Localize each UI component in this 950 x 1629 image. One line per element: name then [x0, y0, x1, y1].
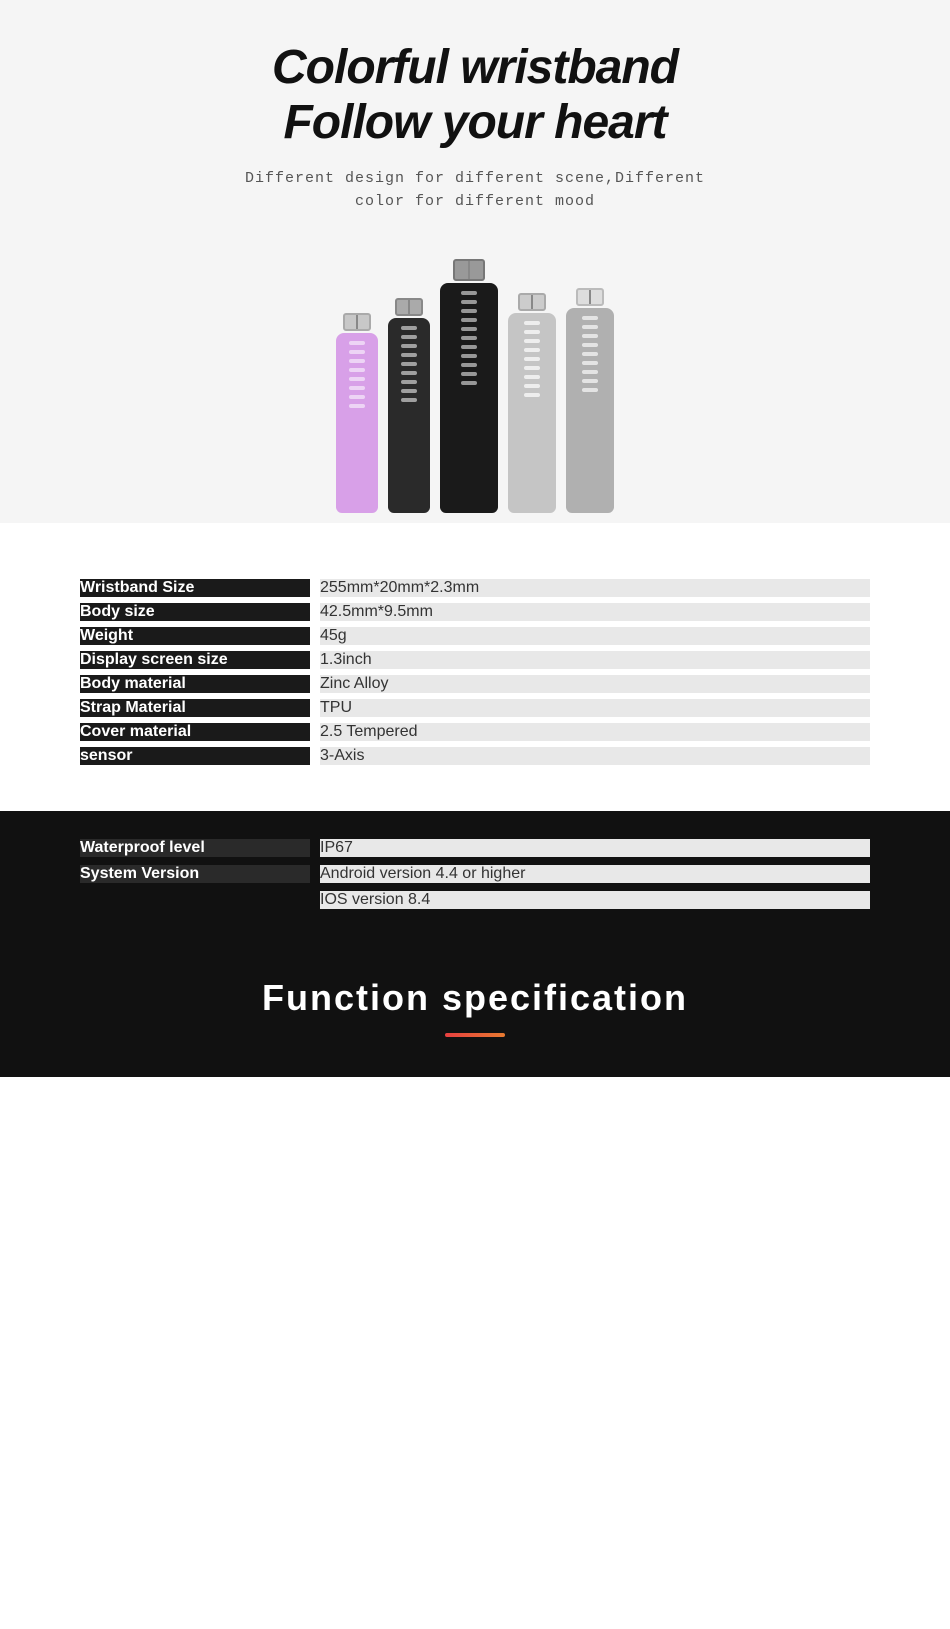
spec-dark-row: IOS version 8.4: [80, 891, 870, 909]
specs-table: Wristband Size 255mm*20mm*2.3mm Body siz…: [80, 573, 870, 771]
spec-dark-label: Waterproof level: [80, 839, 310, 857]
spec-dark-value: IP67: [320, 839, 870, 857]
spec-row: Cover material 2.5 Tempered: [80, 723, 870, 741]
buckle-lavender: [343, 313, 371, 331]
function-section: Function specification: [0, 947, 950, 1077]
spec-spacer: [310, 747, 320, 765]
strap-black-lg: [440, 283, 498, 513]
spec-dark-label: System Version: [80, 865, 310, 883]
spec-dark-spacer: [310, 839, 320, 857]
buckle-gray: [576, 288, 604, 306]
band-black-lg: [440, 259, 498, 513]
buckle-lightgray: [518, 293, 546, 311]
spec-spacer: [310, 651, 320, 669]
spec-dark-value: IOS version 8.4: [320, 891, 870, 909]
spec-dark-row: System Version Android version 4.4 or hi…: [80, 865, 870, 883]
spec-spacer: [310, 579, 320, 597]
spec-value: 255mm*20mm*2.3mm: [320, 579, 870, 597]
spec-dark-row: Waterproof level IP67: [80, 839, 870, 857]
spec-label: Weight: [80, 627, 310, 645]
function-underline-decoration: [445, 1033, 505, 1037]
spec-dark-label-empty: [80, 891, 310, 909]
band-lavender: [336, 313, 378, 513]
spec-row: Weight 45g: [80, 627, 870, 645]
buckle-black: [395, 298, 423, 316]
spec-label: Display screen size: [80, 651, 310, 669]
spec-value: 1.3inch: [320, 651, 870, 669]
band-gray: [566, 288, 614, 513]
spec-value: Zinc Alloy: [320, 675, 870, 693]
spec-row: Wristband Size 255mm*20mm*2.3mm: [80, 579, 870, 597]
spec-spacer: [310, 675, 320, 693]
wristbands-scene: [20, 243, 930, 523]
hero-title: Colorful wristband Follow your heart: [20, 40, 930, 150]
spec-spacer: [310, 699, 320, 717]
strap-black-sm: [388, 318, 430, 513]
spec-value: TPU: [320, 699, 870, 717]
spec-row: Strap Material TPU: [80, 699, 870, 717]
spec-label: Body size: [80, 603, 310, 621]
specs-dark-section: Waterproof level IP67 System Version And…: [0, 811, 950, 947]
band-black-sm: [388, 298, 430, 513]
spec-value: 45g: [320, 627, 870, 645]
hero-subtitle: Different design for different scene,Dif…: [20, 168, 930, 213]
spec-row: Display screen size 1.3inch: [80, 651, 870, 669]
spec-dark-spacer: [310, 891, 320, 909]
spec-value: 3-Axis: [320, 747, 870, 765]
specs-dark-table: Waterproof level IP67 System Version And…: [80, 831, 870, 917]
strap-gray: [566, 308, 614, 513]
strap-lavender: [336, 333, 378, 513]
spec-label: sensor: [80, 747, 310, 765]
spec-label: Wristband Size: [80, 579, 310, 597]
hero-section: Colorful wristband Follow your heart Dif…: [0, 0, 950, 523]
spec-row: Body material Zinc Alloy: [80, 675, 870, 693]
spec-dark-value: Android version 4.4 or higher: [320, 865, 870, 883]
spec-spacer: [310, 603, 320, 621]
specs-section: Wristband Size 255mm*20mm*2.3mm Body siz…: [0, 523, 950, 811]
spec-value: 2.5 Tempered: [320, 723, 870, 741]
function-title: Function specification: [20, 977, 930, 1019]
spec-label: Body material: [80, 675, 310, 693]
spec-label: Strap Material: [80, 699, 310, 717]
spec-dark-spacer: [310, 865, 320, 883]
band-lightgray: [508, 293, 556, 513]
spec-label: Cover material: [80, 723, 310, 741]
spec-spacer: [310, 723, 320, 741]
buckle-black-lg: [453, 259, 485, 281]
spec-row: sensor 3-Axis: [80, 747, 870, 765]
strap-lightgray: [508, 313, 556, 513]
spec-row: Body size 42.5mm*9.5mm: [80, 603, 870, 621]
spec-value: 42.5mm*9.5mm: [320, 603, 870, 621]
spec-spacer: [310, 627, 320, 645]
